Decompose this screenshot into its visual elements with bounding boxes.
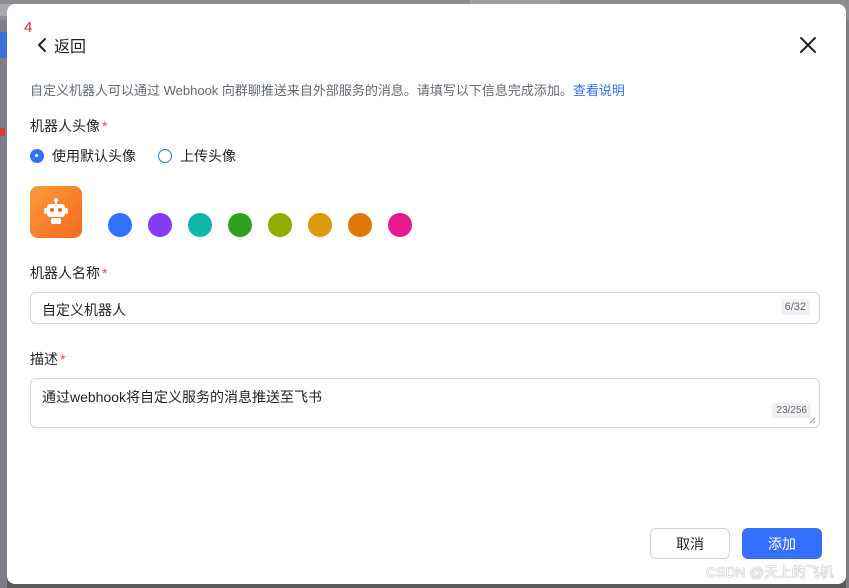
avatar-color-swatches bbox=[108, 213, 428, 237]
radio-unchecked-indicator bbox=[158, 149, 172, 163]
close-icon[interactable] bbox=[797, 34, 819, 56]
color-swatch[interactable] bbox=[308, 213, 332, 237]
required-mark: * bbox=[102, 265, 108, 281]
desc-field-label: 描述 * bbox=[30, 349, 65, 369]
color-swatch[interactable] bbox=[268, 213, 292, 237]
avatar-section-label: 机器人头像 * bbox=[30, 116, 107, 136]
color-swatch[interactable] bbox=[148, 213, 172, 237]
back-label: 返回 bbox=[54, 39, 87, 56]
add-button[interactable]: 添加 bbox=[742, 528, 822, 559]
char-counter: 23/256 bbox=[772, 403, 811, 418]
cancel-button[interactable]: 取消 bbox=[650, 528, 730, 559]
robot-icon bbox=[44, 198, 68, 224]
intro-description: 自定义机器人可以通过 Webhook 向群聊推送来自外部服务的消息。请填写以下信… bbox=[30, 83, 573, 98]
avatar-source-radio-group: 使用默认头像 上传头像 bbox=[30, 146, 258, 166]
add-bot-dialog: 4 返回 自定义机器人可以通过 Webhook 向群聊推送来自外部服务的消息。请… bbox=[7, 4, 846, 584]
bot-name-value: 自定义机器人 bbox=[42, 302, 126, 318]
color-swatch[interactable] bbox=[388, 213, 412, 237]
color-swatch[interactable] bbox=[188, 213, 212, 237]
bot-name-input[interactable]: 自定义机器人 6/32 bbox=[30, 292, 820, 324]
description-textarea[interactable]: 通过webhook将自定义服务的消息推送至飞书 23/256 bbox=[30, 378, 820, 428]
radio-checked-indicator bbox=[30, 149, 44, 163]
step-number-annotation: 4 bbox=[24, 19, 33, 36]
name-label-text: 机器人名称 bbox=[30, 265, 100, 281]
description-value: 通过webhook将自定义服务的消息推送至飞书 bbox=[42, 389, 323, 405]
chevron-left-icon bbox=[38, 38, 46, 52]
color-swatch[interactable] bbox=[108, 213, 132, 237]
resize-handle-icon[interactable] bbox=[809, 417, 816, 424]
required-mark: * bbox=[102, 118, 108, 134]
radio-default-avatar-label: 使用默认头像 bbox=[52, 148, 136, 164]
desc-label-text: 描述 bbox=[30, 351, 58, 367]
char-counter: 6/32 bbox=[780, 299, 810, 315]
radio-upload-avatar-label: 上传头像 bbox=[180, 148, 236, 164]
bot-avatar bbox=[30, 186, 82, 238]
back-button[interactable]: 返回 bbox=[33, 33, 86, 57]
radio-default-avatar[interactable]: 使用默认头像 bbox=[30, 146, 136, 166]
radio-upload-avatar[interactable]: 上传头像 bbox=[158, 146, 236, 166]
color-swatch[interactable] bbox=[348, 213, 372, 237]
background-window-edge bbox=[0, 20, 7, 588]
view-instructions-link[interactable]: 查看说明 bbox=[573, 83, 625, 98]
avatar-label-text: 机器人头像 bbox=[30, 118, 100, 134]
color-swatch[interactable] bbox=[228, 213, 252, 237]
watermark: CSDN @天上的飞机 bbox=[706, 564, 834, 580]
name-field-label: 机器人名称 * bbox=[30, 263, 107, 283]
intro-text: 自定义机器人可以通过 Webhook 向群聊推送来自外部服务的消息。请填写以下信… bbox=[30, 80, 625, 99]
required-mark: * bbox=[60, 351, 66, 367]
